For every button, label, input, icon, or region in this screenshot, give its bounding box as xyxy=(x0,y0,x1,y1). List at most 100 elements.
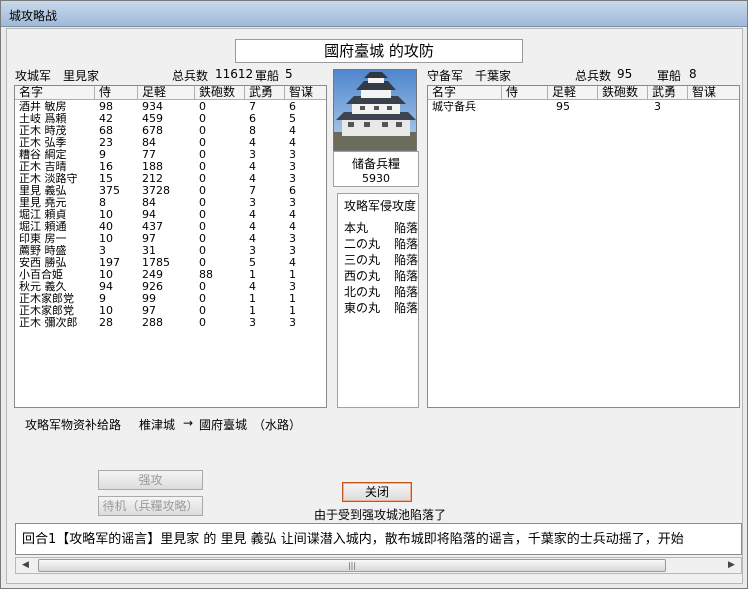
def-col-samurai-header[interactable]: 侍 xyxy=(502,86,548,100)
def-col-valor-header[interactable]: 武勇 xyxy=(648,86,688,100)
attacker-cell-5: 5 xyxy=(289,113,296,125)
defender-table[interactable]: 名字 侍 足軽 鉄砲数 武勇 智谋 城守备兵 95 3 xyxy=(427,85,740,408)
attacker-cell-3: 0 xyxy=(199,221,206,233)
title-bar[interactable]: 城攻略战 xyxy=(1,1,747,27)
attacker-troops-label: 总兵数 xyxy=(172,69,209,83)
col-guns-header[interactable]: 鉄砲数 xyxy=(195,86,245,100)
attacker-cell-0: 堀江 頼通 xyxy=(19,221,67,233)
def-col-name-header[interactable]: 名字 xyxy=(428,86,502,100)
wait-siege-button[interactable]: 待机（兵糧攻略） xyxy=(98,496,203,516)
attacker-cell-5: 3 xyxy=(289,173,296,185)
attacker-cell-2: 31 xyxy=(142,245,156,257)
col-wisdom-header[interactable]: 智谋 xyxy=(285,86,326,100)
defender-ships: 8 xyxy=(689,67,697,81)
attacker-cell-0: 里見 義弘 xyxy=(19,185,67,197)
defender-troops-label: 总兵数 xyxy=(575,69,612,83)
scroll-right-icon[interactable]: ▶ xyxy=(723,558,740,573)
attacker-cell-5: 3 xyxy=(289,281,296,293)
attacker-cell-0: 秋元 義久 xyxy=(19,281,67,293)
siege-item: 本丸 陥落 xyxy=(344,219,418,235)
message-log[interactable]: 回合1【攻略军的谣言】里見家 的 里見 義弘 让间谍潜入城内，散布城即将陷落的谣… xyxy=(15,523,742,555)
attacker-cell-4: 7 xyxy=(249,185,256,197)
attacker-cell-4: 6 xyxy=(249,113,256,125)
attacker-cell-2: 77 xyxy=(142,149,156,161)
col-ashigaru-header[interactable]: 足軽 xyxy=(138,86,195,100)
scrollbar-thumb[interactable]: ||| xyxy=(38,559,666,572)
def-col-ashigaru-header[interactable]: 足軽 xyxy=(548,86,598,100)
attacker-cell-1: 10 xyxy=(99,209,113,221)
attacker-cell-1: 375 xyxy=(99,185,120,197)
attacker-cell-3: 0 xyxy=(199,281,206,293)
attacker-cell-4: 4 xyxy=(249,233,256,245)
attacker-cell-3: 0 xyxy=(199,161,206,173)
defender-cell-4: 3 xyxy=(654,101,661,113)
col-samurai-header[interactable]: 侍 xyxy=(95,86,138,100)
attacker-clan: 里見家 xyxy=(63,69,100,83)
attacker-cell-1: 10 xyxy=(99,305,113,317)
col-valor-header[interactable]: 武勇 xyxy=(245,86,285,100)
attacker-cell-3: 0 xyxy=(199,305,206,317)
attacker-cell-1: 42 xyxy=(99,113,113,125)
supply-to: 國府臺城 xyxy=(199,418,248,432)
siege-item-status: 陥落 xyxy=(394,285,419,299)
attacker-cell-2: 249 xyxy=(142,269,163,281)
attacker-ships: 5 xyxy=(285,67,293,81)
attacker-cell-2: 188 xyxy=(142,161,163,173)
log-horizontal-scrollbar[interactable]: ◀ ||| ▶ xyxy=(15,557,742,574)
attacker-cell-2: 94 xyxy=(142,209,156,221)
attacker-cell-2: 3728 xyxy=(142,185,170,197)
attacker-cell-3: 0 xyxy=(199,257,206,269)
attacker-cell-1: 3 xyxy=(99,245,106,257)
siege-item-status: 陥落 xyxy=(394,253,419,267)
attacker-cell-0: 小百合姫 xyxy=(19,269,63,281)
attacker-cell-0: 堀江 頼貞 xyxy=(19,209,67,221)
attacker-cell-4: 7 xyxy=(249,101,256,113)
attacker-cell-2: 926 xyxy=(142,281,163,293)
attacker-cell-5: 4 xyxy=(289,257,296,269)
attacker-cell-3: 0 xyxy=(199,197,206,209)
attacker-cell-2: 97 xyxy=(142,305,156,317)
attacker-cell-4: 3 xyxy=(249,245,256,257)
attacker-cell-3: 0 xyxy=(199,317,206,329)
attacker-summary: 攻城军 里見家 总兵数 11612 軍船 5 xyxy=(15,67,325,83)
attacker-cell-5: 6 xyxy=(289,101,296,113)
attacker-cell-0: 正木家郎党 xyxy=(19,305,74,317)
siege-window: 城攻略战 國府臺城 的攻防 攻城军 里見家 总兵数 11612 軍船 5 守备军… xyxy=(0,0,748,589)
attacker-cell-5: 1 xyxy=(289,269,296,281)
def-col-wisdom-header[interactable]: 智谋 xyxy=(688,86,739,100)
food-storage-label: 储备兵糧 xyxy=(351,157,400,171)
defender-cell-3 xyxy=(602,101,648,113)
col-name-header[interactable]: 名字 xyxy=(15,86,95,100)
attacker-cell-0: 印東 房一 xyxy=(19,233,67,245)
attacker-cell-5: 6 xyxy=(289,185,296,197)
attacker-cell-4: 1 xyxy=(249,293,256,305)
attacker-cell-5: 1 xyxy=(289,305,296,317)
attacker-cell-5: 3 xyxy=(289,149,296,161)
def-col-guns-header[interactable]: 鉄砲数 xyxy=(598,86,648,100)
attacker-cell-5: 3 xyxy=(289,317,296,329)
attacker-cell-5: 4 xyxy=(289,125,296,137)
food-storage-box: 储备兵糧 5930 xyxy=(333,151,419,187)
attacker-cell-4: 5 xyxy=(249,257,256,269)
attacker-table[interactable]: 名字 侍 足軽 鉄砲数 武勇 智谋 酒井 敏房 98 934 0 7 6 土岐 爲頼 42 45… xyxy=(14,85,327,408)
attacker-cell-2: 212 xyxy=(142,173,163,185)
attacker-cell-2: 1785 xyxy=(142,257,170,269)
siege-item-name: 二の丸 xyxy=(344,237,381,251)
scroll-left-icon[interactable]: ◀ xyxy=(17,558,34,573)
attacker-cell-0: 正木 淡路守 xyxy=(19,173,78,185)
defender-troops: 95 xyxy=(617,67,633,81)
attacker-cell-3: 0 xyxy=(199,149,206,161)
attacker-cell-4: 1 xyxy=(249,269,256,281)
attacker-cell-1: 16 xyxy=(99,161,113,173)
assault-button[interactable]: 强攻 xyxy=(98,470,203,490)
attacker-cell-4: 3 xyxy=(249,149,256,161)
attacker-cell-3: 0 xyxy=(199,113,206,125)
siege-item-name: 北の丸 xyxy=(344,285,381,299)
siege-item: 北の丸 陥落 xyxy=(344,283,419,299)
attacker-cell-5: 3 xyxy=(289,161,296,173)
close-button[interactable]: 关闭 xyxy=(342,482,412,502)
attacker-cell-2: 678 xyxy=(142,125,163,137)
attacker-cell-4: 4 xyxy=(249,161,256,173)
attacker-cell-3: 0 xyxy=(199,185,206,197)
attacker-cell-4: 4 xyxy=(249,173,256,185)
